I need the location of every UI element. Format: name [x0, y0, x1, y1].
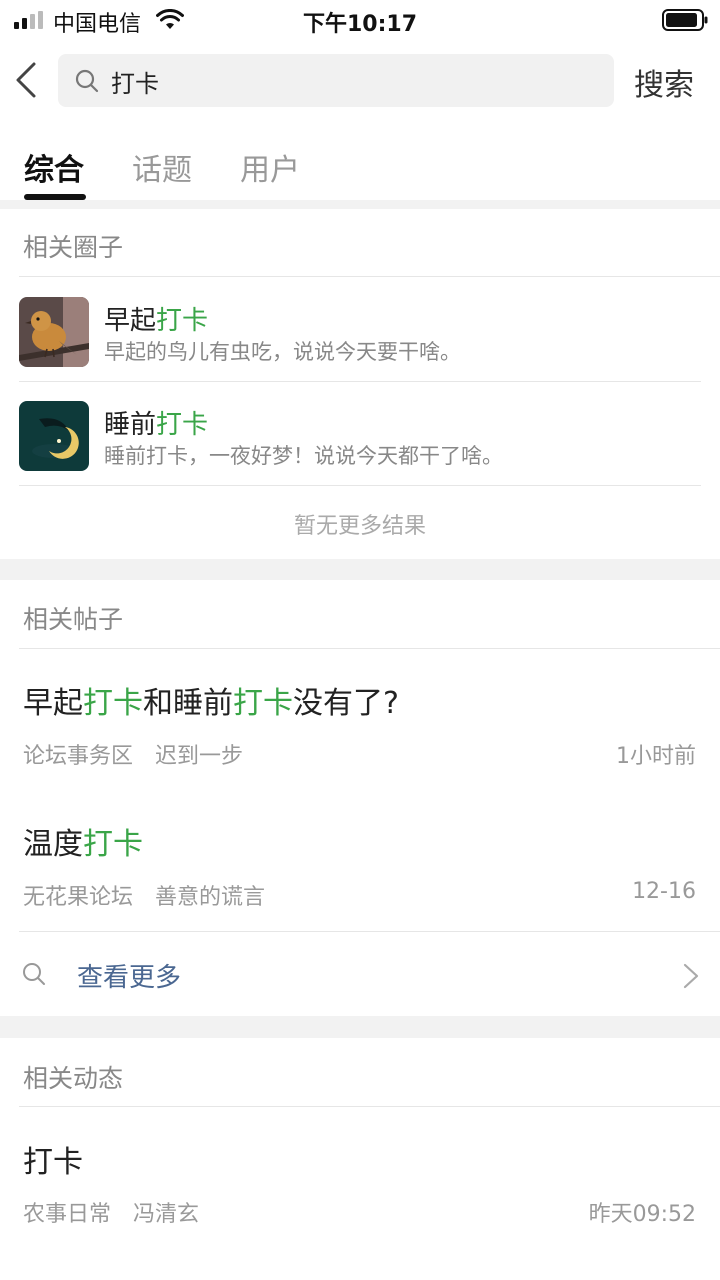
search-icon	[23, 963, 45, 985]
back-icon[interactable]	[12, 58, 44, 102]
post-forum: 论坛事务区	[23, 744, 134, 769]
post-time: 1小时前	[616, 744, 696, 769]
chevron-right-icon	[683, 963, 699, 989]
section-divider	[0, 559, 720, 580]
moment-title: 打卡	[23, 1145, 83, 1180]
moments-section-title: 相关动态	[23, 1064, 124, 1093]
clock: 下午10:17	[302, 12, 418, 37]
status-bar: 中国电信 下午10:17	[0, 0, 720, 40]
no-more-results: 暂无更多结果	[293, 514, 426, 539]
search-input[interactable]	[111, 65, 591, 97]
moment-time: 昨天09:52	[588, 1202, 696, 1227]
moon-avatar	[19, 401, 89, 471]
view-more-button[interactable]: 查看更多	[0, 932, 720, 1016]
moment-author: 冯清玄	[133, 1202, 200, 1227]
divider	[19, 648, 720, 649]
divider	[19, 485, 701, 486]
tab-users[interactable]: 用户	[240, 145, 300, 189]
circle-item-early-checkin[interactable]: 早起打卡 早起的鸟儿有虫吃，说说今天要干啥。	[0, 278, 720, 382]
search-icon	[75, 69, 99, 93]
post-title: 温度打卡	[23, 827, 143, 862]
post-time: 12-16	[632, 879, 696, 904]
circles-section-title: 相关圈子	[23, 233, 124, 262]
tab-comprehensive[interactable]: 综合	[24, 145, 84, 189]
post-author: 迟到一步	[155, 744, 244, 769]
search-bar[interactable]	[58, 54, 614, 107]
view-more-label: 查看更多	[77, 963, 182, 993]
circle-description: 睡前打卡，一夜好梦！说说今天都干了啥。	[104, 444, 503, 468]
bird-avatar	[19, 297, 89, 367]
post-forum: 无花果论坛	[23, 885, 134, 910]
circle-title: 早起打卡	[104, 306, 209, 336]
divider	[19, 1106, 720, 1107]
moment-forum: 农事日常	[23, 1202, 112, 1227]
circle-description: 早起的鸟儿有虫吃，说说今天要干啥。	[104, 340, 461, 364]
moment-meta: 农事日常 冯清玄	[23, 1196, 199, 1228]
post-author: 善意的谎言	[155, 885, 266, 910]
circle-item-bedtime-checkin[interactable]: 睡前打卡 睡前打卡，一夜好梦！说说今天都干了啥。	[0, 382, 720, 486]
post-title: 早起打卡和睡前打卡没有了?	[23, 686, 399, 721]
post-meta: 论坛事务区 迟到一步	[23, 738, 243, 770]
posts-section-title: 相关帖子	[23, 605, 124, 634]
section-divider	[0, 200, 720, 209]
post-meta: 无花果论坛 善意的谎言	[23, 879, 265, 911]
search-button[interactable]: 搜索	[634, 60, 694, 104]
tab-topics[interactable]: 话题	[132, 145, 192, 189]
section-divider	[0, 1016, 720, 1038]
circle-title: 睡前打卡	[104, 410, 209, 440]
battery-icon	[662, 9, 708, 31]
divider	[19, 276, 720, 277]
